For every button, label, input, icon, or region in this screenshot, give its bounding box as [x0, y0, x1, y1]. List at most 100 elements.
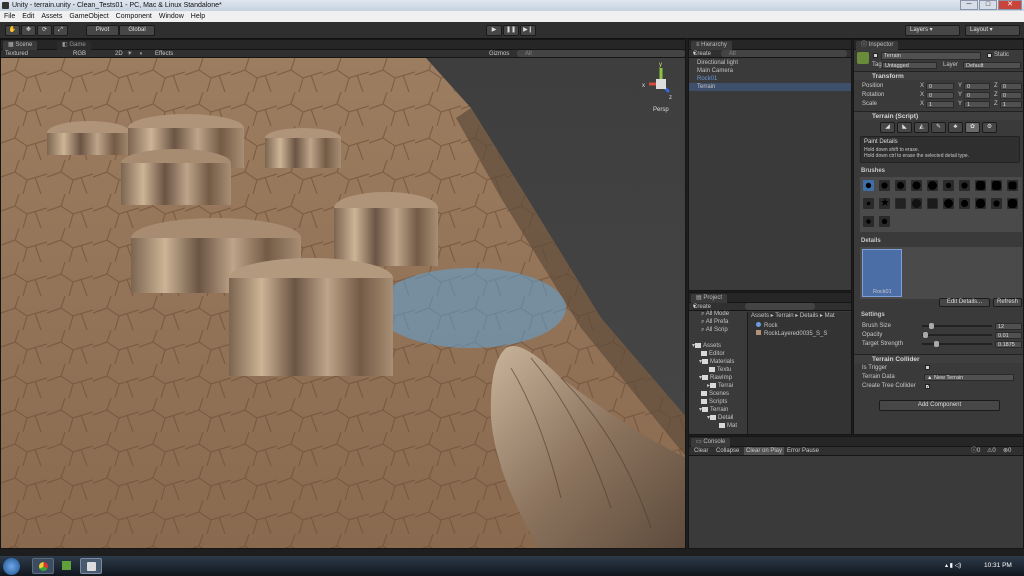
console-warning-count[interactable]: ⚠ 0 [987, 447, 996, 455]
opacity-field[interactable]: 0.01 [995, 332, 1022, 339]
effects-dropdown[interactable]: Effects [155, 50, 173, 58]
brush-star[interactable]: ★ [879, 197, 890, 209]
system-tray-icons[interactable]: ▴ ▮ ◁) [945, 562, 961, 569]
project-file[interactable]: RockLayered0035_S_S [756, 330, 827, 338]
brush-size-field[interactable]: 12 [995, 323, 1022, 330]
brush-round[interactable] [911, 180, 922, 191]
tab-project[interactable]: ▤ Project [691, 294, 728, 303]
start-button[interactable] [3, 558, 20, 575]
menu-file[interactable]: File [4, 11, 15, 22]
hand-tool-icon[interactable]: ✋ [5, 25, 20, 36]
hierarchy-search-input[interactable]: All [721, 50, 847, 57]
project-search-input[interactable] [745, 303, 815, 310]
assets-root[interactable]: ▾ Assets [692, 342, 721, 350]
brush-leaf[interactable] [1007, 180, 1018, 191]
scene-viewport[interactable]: y x z Persp [1, 58, 686, 549]
favorite-item[interactable]: ⌕ All Scrip [701, 326, 728, 334]
terrain-script-header[interactable]: Terrain (Script) [854, 111, 1023, 120]
project-tree-item[interactable]: Textu [709, 366, 731, 374]
brush-blot[interactable] [975, 198, 986, 209]
menu-help[interactable]: Help [191, 11, 205, 22]
scale-y-field[interactable]: 1 [964, 101, 990, 108]
console-clear-on-play-toggle[interactable]: Clear on Play [744, 447, 785, 455]
close-button[interactable]: ✕ [998, 0, 1022, 10]
brush-leaf[interactable] [991, 180, 1002, 191]
slider-thumb[interactable] [928, 323, 934, 329]
tag-dropdown[interactable]: Untagged [882, 62, 937, 69]
target-strength-slider[interactable] [922, 341, 992, 347]
brush-size-slider[interactable] [922, 323, 992, 329]
menu-assets[interactable]: Assets [41, 11, 62, 22]
brush-star[interactable] [863, 198, 874, 209]
hierarchy-item[interactable]: Directional light [689, 59, 851, 67]
console-error-count[interactable]: ⊗ 0 [1003, 447, 1011, 455]
scale-x-field[interactable]: 1 [926, 101, 954, 108]
brush-blot[interactable] [991, 198, 1002, 209]
project-tree-item[interactable]: Mat [719, 422, 737, 430]
position-y-field[interactable]: 0 [964, 83, 990, 90]
gizmos-dropdown[interactable]: Gizmos [489, 50, 509, 58]
audio-toggle-icon[interactable]: ◖ [139, 50, 143, 58]
console-clear-button[interactable]: Clear [694, 447, 708, 455]
brush-round[interactable] [895, 180, 906, 191]
app-taskbar-icon[interactable] [58, 558, 76, 574]
raise-lower-tool-icon[interactable]: ◢ [880, 122, 895, 133]
menu-gameobject[interactable]: GameObject [69, 11, 108, 22]
play-button[interactable]: ▶ [486, 25, 502, 36]
console-info-count[interactable]: ⓘ 0 [971, 447, 980, 455]
global-toggle[interactable]: Global [119, 25, 155, 36]
rotation-z-field[interactable]: 0 [1000, 92, 1022, 99]
opacity-slider[interactable] [922, 332, 992, 338]
projection-label[interactable]: Persp [653, 107, 669, 113]
brush-soft-round[interactable] [863, 180, 874, 191]
slider-thumb[interactable] [934, 341, 940, 347]
menu-component[interactable]: Component [116, 11, 152, 22]
brush-blot[interactable] [943, 198, 954, 209]
paint-texture-tool-icon[interactable]: ✎ [931, 122, 946, 133]
target-strength-field[interactable]: 0.1875 [995, 341, 1022, 348]
render-mode-dropdown[interactable]: Textured [5, 50, 28, 58]
brush-noise[interactable] [927, 198, 938, 209]
paint-height-tool-icon[interactable]: ◣ [897, 122, 912, 133]
rotation-x-field[interactable]: 0 [926, 92, 954, 99]
color-mode-dropdown[interactable]: RGB [73, 50, 86, 58]
menu-edit[interactable]: Edit [22, 11, 34, 22]
project-file[interactable]: Rock [756, 322, 778, 330]
terrain-collider-header[interactable]: Terrain Collider [854, 354, 1023, 363]
console-collapse-button[interactable]: Collapse [716, 447, 739, 455]
layout-dropdown[interactable]: Layout ▾ [965, 25, 1020, 36]
taskbar-clock[interactable]: 10:31 PM [984, 562, 1012, 569]
scale-tool-icon[interactable]: ⤢ [53, 25, 68, 36]
rotate-tool-icon[interactable]: ⟳ [37, 25, 52, 36]
minimize-button[interactable]: ─ [960, 0, 978, 10]
object-name-field[interactable]: Terrain [881, 52, 981, 60]
position-z-field[interactable]: 0 [1000, 83, 1022, 90]
brush-round[interactable] [879, 180, 890, 191]
tab-hierarchy[interactable]: ≡ Hierarchy [691, 41, 732, 50]
pause-button[interactable]: ❚❚ [503, 25, 519, 36]
brush-splatter[interactable] [959, 180, 970, 191]
scene-search-input[interactable]: All [517, 50, 685, 57]
terrain-settings-icon[interactable]: ⚙ [982, 122, 997, 133]
layer-dropdown[interactable]: Default [963, 62, 1021, 69]
rotation-y-field[interactable]: 0 [964, 92, 990, 99]
project-tree-item[interactable]: ▾ Materials [699, 358, 734, 366]
move-tool-icon[interactable]: ✥ [21, 25, 36, 36]
project-tree-item[interactable]: ▾ Terrain [699, 406, 728, 414]
unity-taskbar-icon[interactable] [80, 558, 102, 574]
is-trigger-checkbox[interactable] [925, 365, 930, 370]
hierarchy-create-dropdown[interactable]: Create ▾ [693, 50, 711, 58]
brush-noise[interactable] [911, 198, 922, 209]
hierarchy-item-selected[interactable]: Terrain [689, 83, 851, 91]
menu-window[interactable]: Window [159, 11, 184, 22]
mode-2d-toggle[interactable]: 2D [115, 50, 123, 58]
brush-blot[interactable] [959, 198, 970, 209]
console-error-pause-toggle[interactable]: Error Pause [787, 447, 819, 455]
hierarchy-item[interactable]: Rock01 [689, 75, 851, 83]
static-checkbox[interactable] [987, 53, 992, 58]
brush-noise[interactable] [895, 198, 906, 209]
refresh-button[interactable]: Refresh [993, 298, 1022, 307]
project-tree-item[interactable]: ▸ Terrai [707, 382, 733, 390]
brush-round[interactable] [927, 180, 938, 191]
maximize-button[interactable]: □ [979, 0, 997, 10]
